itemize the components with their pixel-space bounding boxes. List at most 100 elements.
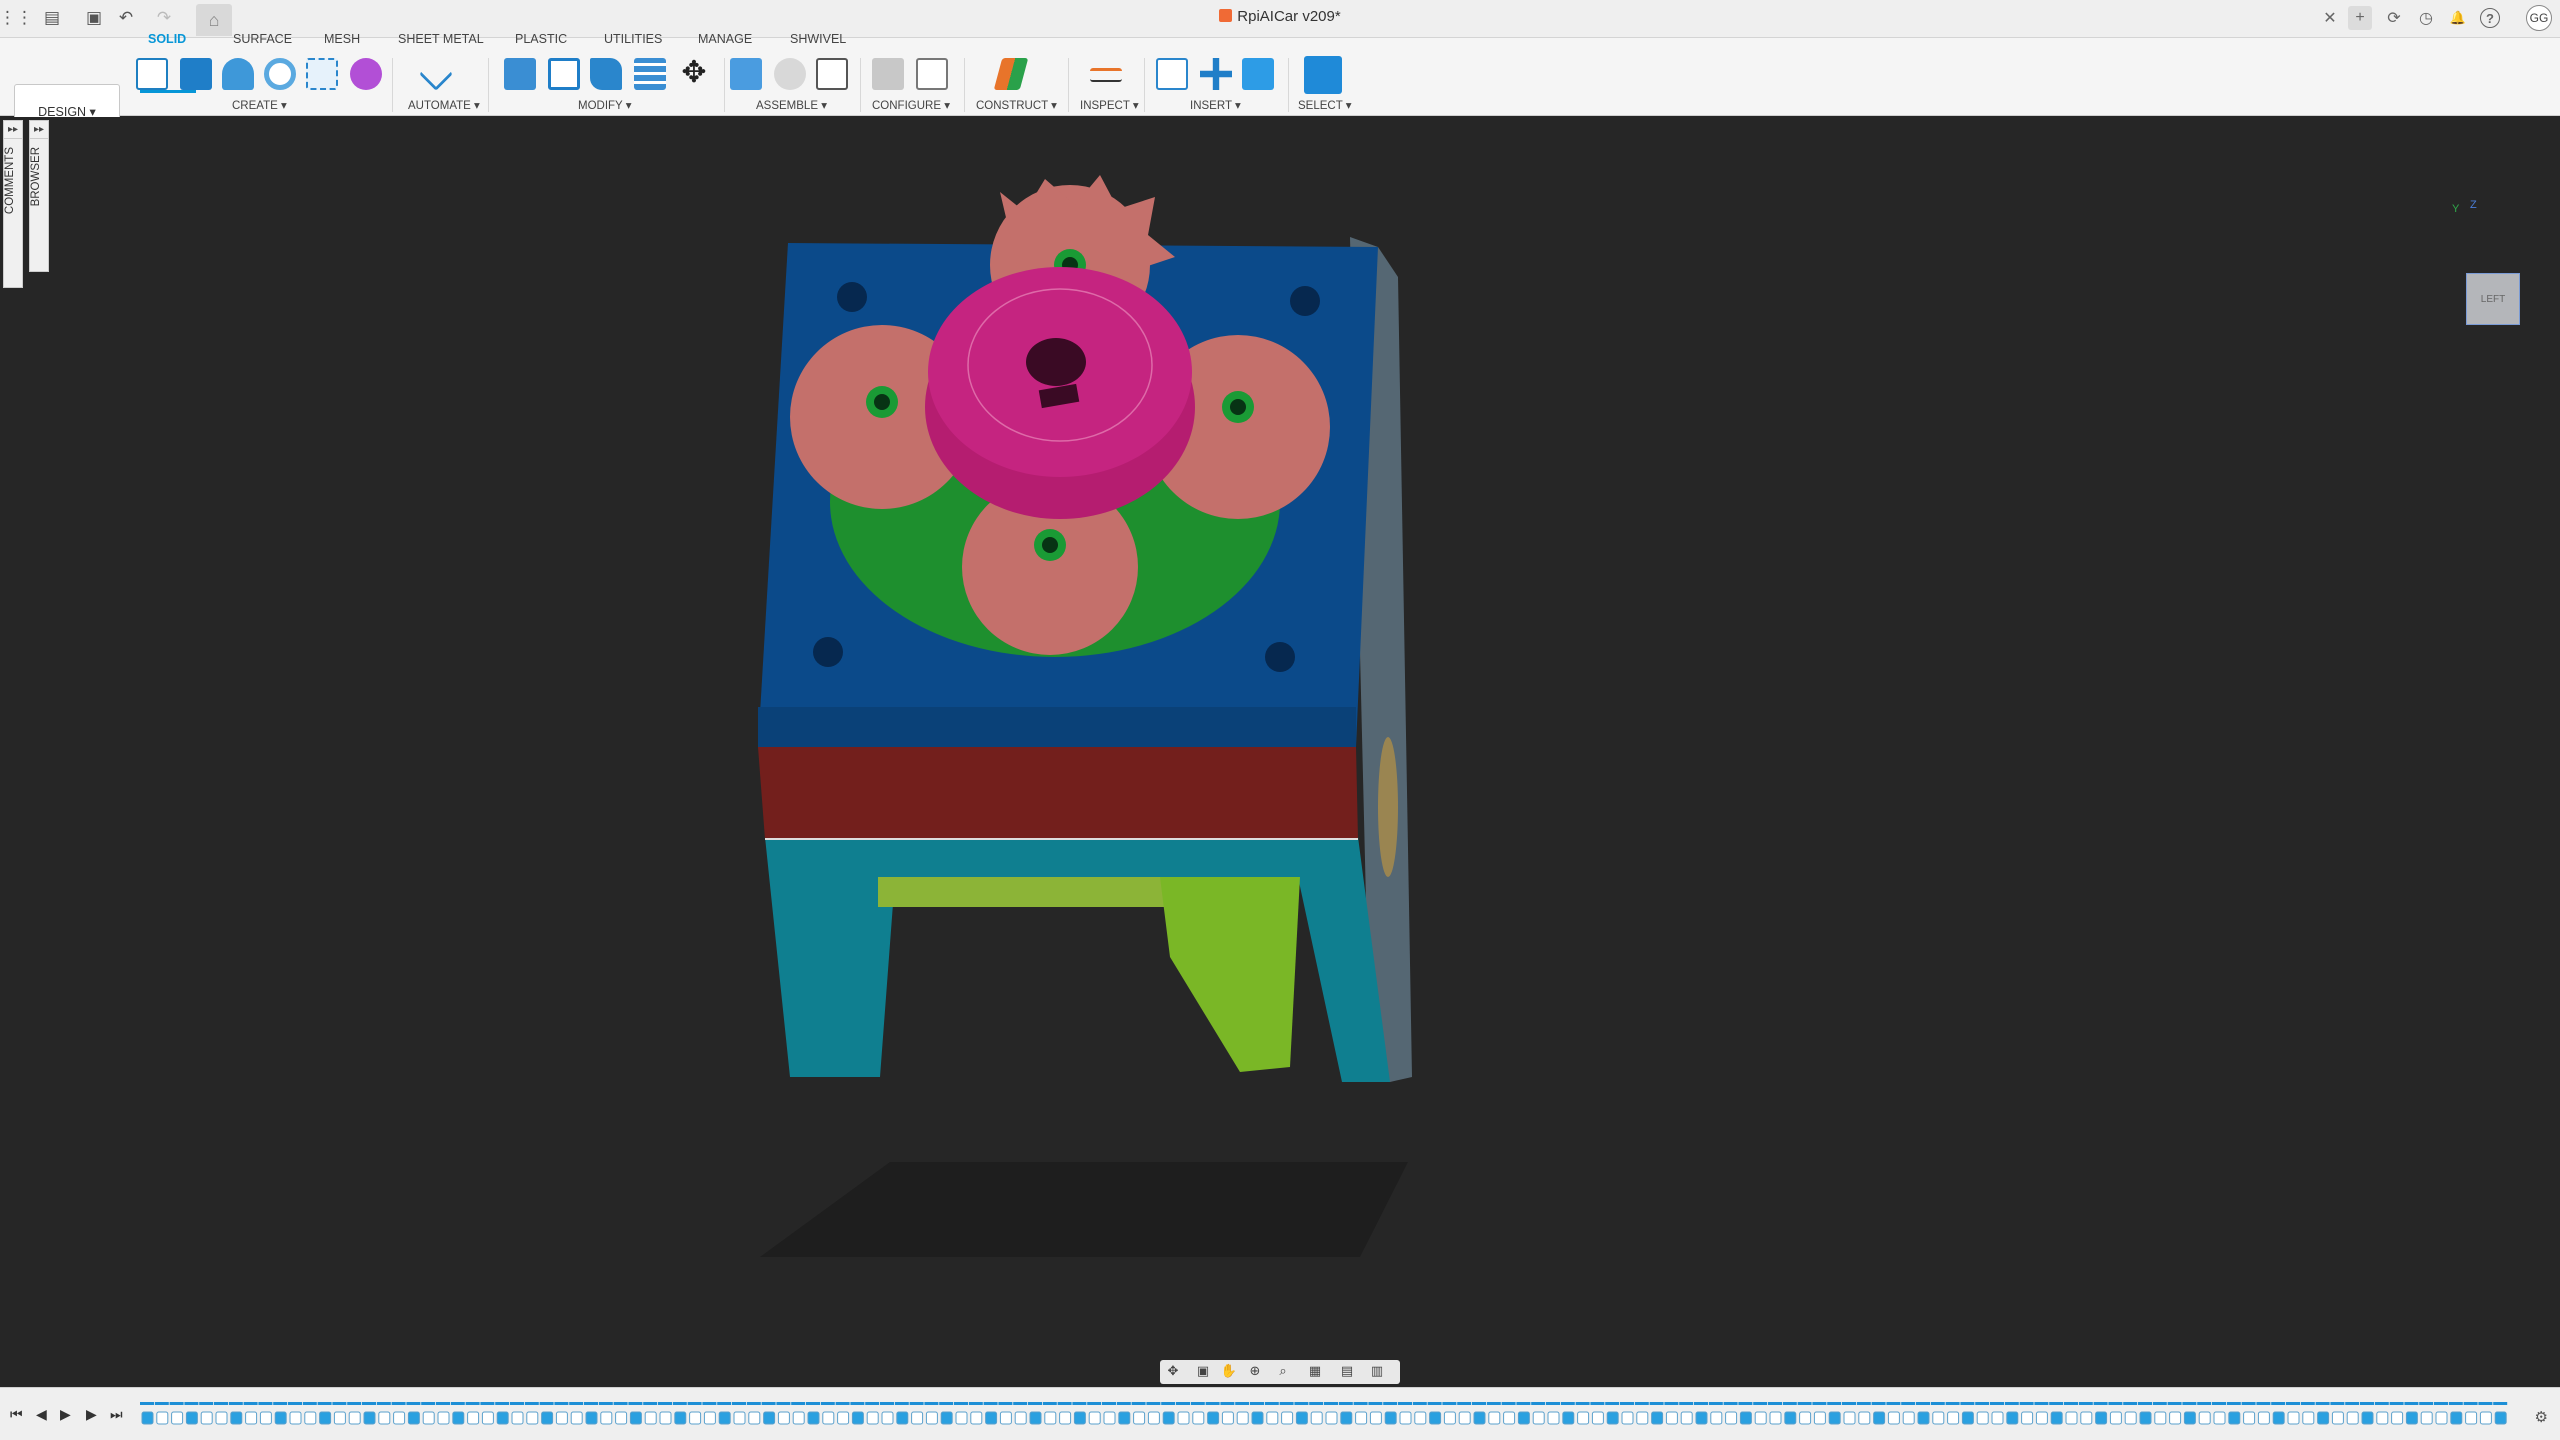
insert-canvas-tool[interactable] bbox=[1242, 58, 1274, 90]
tab-mesh[interactable]: MESH bbox=[324, 32, 360, 46]
timeline-feature-icon[interactable] bbox=[452, 1411, 465, 1425]
view-cube[interactable]: LEFT bbox=[2466, 273, 2520, 325]
timeline-feature-icon[interactable] bbox=[1118, 1411, 1131, 1425]
timeline-feature-icon[interactable] bbox=[1651, 1411, 1664, 1425]
timeline-feature-icon[interactable] bbox=[644, 1411, 657, 1425]
timeline-prev-icon[interactable]: ◀ bbox=[36, 1406, 47, 1423]
timeline-feature-icon[interactable] bbox=[1710, 1411, 1723, 1425]
tab-surface[interactable]: SURFACE bbox=[233, 32, 292, 46]
timeline-feature-icon[interactable] bbox=[822, 1411, 835, 1425]
timeline-feature-icon[interactable] bbox=[2124, 1411, 2137, 1425]
close-tab-icon[interactable]: ✕ bbox=[2318, 6, 2342, 30]
timeline-feature-icon[interactable] bbox=[1355, 1411, 1368, 1425]
timeline-feature-icon[interactable] bbox=[1799, 1411, 1812, 1425]
timeline-feature-icon[interactable] bbox=[837, 1411, 850, 1425]
timeline-feature-icon[interactable] bbox=[1133, 1411, 1146, 1425]
tab-solid[interactable]: SOLID bbox=[148, 32, 186, 46]
timeline-feature-icon[interactable] bbox=[215, 1411, 228, 1425]
select-menu[interactable]: SELECT ▾ bbox=[1298, 98, 1352, 112]
timeline-feature-icon[interactable] bbox=[2435, 1411, 2448, 1425]
timeline-feature-icon[interactable] bbox=[378, 1411, 391, 1425]
insert-derive-tool[interactable] bbox=[1156, 58, 1188, 90]
pattern-tool[interactable] bbox=[306, 58, 338, 90]
timeline-feature-icon[interactable] bbox=[985, 1411, 998, 1425]
job-status-icon[interactable]: ◷ bbox=[2414, 6, 2438, 30]
canvas-viewport[interactable]: LEFT Z Y bbox=[0, 117, 2560, 1387]
timeline-feature-icon[interactable] bbox=[896, 1411, 909, 1425]
timeline-feature-icon[interactable] bbox=[1961, 1411, 1974, 1425]
pan-icon[interactable]: ✋ bbox=[1220, 1363, 1238, 1381]
timeline-feature-icon[interactable] bbox=[1281, 1411, 1294, 1425]
timeline-feature-icon[interactable] bbox=[2450, 1411, 2463, 1425]
timeline-feature-icon[interactable] bbox=[703, 1411, 716, 1425]
timeline-feature-icon[interactable] bbox=[1843, 1411, 1856, 1425]
notifications-icon[interactable]: 🔔 bbox=[2446, 6, 2470, 30]
timeline-feature-icon[interactable] bbox=[1621, 1411, 1634, 1425]
timeline-feature-icon[interactable] bbox=[2465, 1411, 2478, 1425]
timeline-feature-icon[interactable] bbox=[1532, 1411, 1545, 1425]
timeline-feature-icon[interactable] bbox=[1458, 1411, 1471, 1425]
automate-menu[interactable]: AUTOMATE ▾ bbox=[408, 98, 480, 112]
timeline-feature-icon[interactable] bbox=[1384, 1411, 1397, 1425]
timeline-feature-icon[interactable] bbox=[1754, 1411, 1767, 1425]
timeline-feature-icon[interactable] bbox=[1917, 1411, 1930, 1425]
user-avatar[interactable]: GG bbox=[2526, 5, 2552, 31]
timeline-feature-icon[interactable] bbox=[1266, 1411, 1279, 1425]
insert-menu[interactable]: INSERT ▾ bbox=[1190, 98, 1241, 112]
revolve-tool[interactable] bbox=[222, 58, 254, 90]
timeline-feature-icon[interactable] bbox=[2213, 1411, 2226, 1425]
timeline-feature-icon[interactable] bbox=[245, 1411, 258, 1425]
timeline-feature-icon[interactable] bbox=[600, 1411, 613, 1425]
timeline-feature-icon[interactable] bbox=[999, 1411, 1012, 1425]
new-component-tool[interactable] bbox=[730, 58, 762, 90]
as-built-joint-tool[interactable] bbox=[816, 58, 848, 90]
timeline-feature-icon[interactable] bbox=[2109, 1411, 2122, 1425]
timeline-feature-icon[interactable] bbox=[718, 1411, 731, 1425]
configure-menu[interactable]: CONFIGURE ▾ bbox=[872, 98, 950, 112]
timeline-feature-icon[interactable] bbox=[2035, 1411, 2048, 1425]
timeline-feature-icon[interactable] bbox=[1562, 1411, 1575, 1425]
timeline-feature-icon[interactable] bbox=[1858, 1411, 1871, 1425]
timeline-feature-icon[interactable] bbox=[970, 1411, 983, 1425]
create-sketch-tool[interactable] bbox=[136, 58, 168, 90]
timeline-feature-icon[interactable] bbox=[393, 1411, 406, 1425]
timeline-feature-icon[interactable] bbox=[1147, 1411, 1160, 1425]
timeline-feature-icon[interactable] bbox=[1828, 1411, 1841, 1425]
timeline-feature-icon[interactable] bbox=[955, 1411, 968, 1425]
timeline-feature-icon[interactable] bbox=[541, 1411, 554, 1425]
timeline-feature-icon[interactable] bbox=[2080, 1411, 2093, 1425]
timeline-feature-icon[interactable] bbox=[555, 1411, 568, 1425]
timeline-feature-icon[interactable] bbox=[2346, 1411, 2359, 1425]
fillet-tool[interactable] bbox=[548, 58, 580, 90]
timeline-feature-icon[interactable] bbox=[792, 1411, 805, 1425]
timeline-feature-icon[interactable] bbox=[1769, 1411, 1782, 1425]
timeline-feature-icon[interactable] bbox=[1221, 1411, 1234, 1425]
timeline-feature-icon[interactable] bbox=[570, 1411, 583, 1425]
timeline-feature-icon[interactable] bbox=[2376, 1411, 2389, 1425]
timeline-feature-icon[interactable] bbox=[911, 1411, 924, 1425]
timeline-feature-icon[interactable] bbox=[585, 1411, 598, 1425]
timeline-feature-icon[interactable] bbox=[2154, 1411, 2167, 1425]
timeline-feature-icon[interactable] bbox=[2065, 1411, 2078, 1425]
timeline-feature-icon[interactable] bbox=[763, 1411, 776, 1425]
timeline-feature-icon[interactable] bbox=[2494, 1411, 2507, 1425]
timeline-feature-icon[interactable] bbox=[230, 1411, 243, 1425]
timeline-feature-icon[interactable] bbox=[748, 1411, 761, 1425]
timeline-feature-icon[interactable] bbox=[1192, 1411, 1205, 1425]
timeline-first-icon[interactable]: ⏮ bbox=[10, 1406, 23, 1423]
timeline-feature-icon[interactable] bbox=[1680, 1411, 1693, 1425]
timeline-feature-icon[interactable] bbox=[319, 1411, 332, 1425]
timeline-feature-icon[interactable] bbox=[1073, 1411, 1086, 1425]
timeline-next-icon[interactable]: ▶ bbox=[86, 1406, 97, 1423]
orbit-icon[interactable]: ✥ bbox=[1164, 1363, 1182, 1381]
timeline-feature-icon[interactable] bbox=[1591, 1411, 1604, 1425]
timeline-feature-icon[interactable] bbox=[407, 1411, 420, 1425]
grid-settings-icon[interactable]: ▤ bbox=[1338, 1363, 1356, 1381]
extensions-icon[interactable]: ⟳ bbox=[2382, 6, 2406, 30]
timeline-feature-icon[interactable] bbox=[200, 1411, 213, 1425]
timeline-feature-icon[interactable] bbox=[2021, 1411, 2034, 1425]
tab-utilities[interactable]: UTILITIES bbox=[604, 32, 662, 46]
configure-tool[interactable] bbox=[872, 58, 904, 90]
timeline-feature-icon[interactable] bbox=[1488, 1411, 1501, 1425]
timeline-feature-icon[interactable] bbox=[1606, 1411, 1619, 1425]
